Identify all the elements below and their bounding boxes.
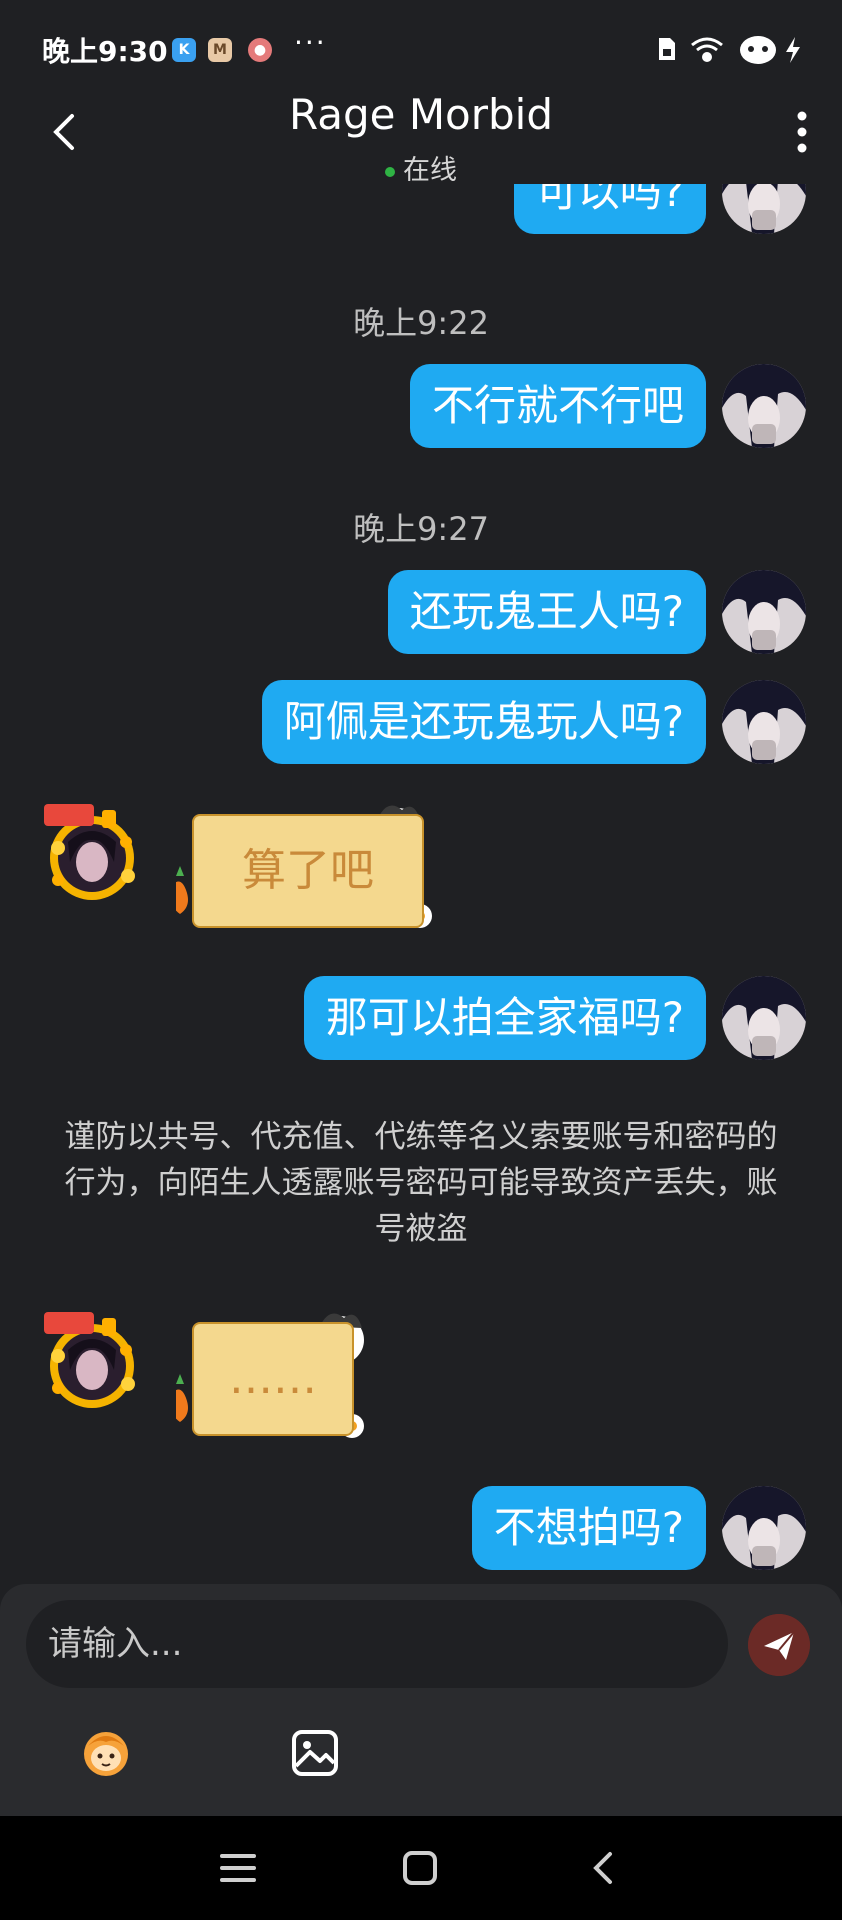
system-nav-bar (0, 1816, 842, 1920)
online-status-label: 在线 (403, 155, 457, 186)
battery-icon (740, 36, 776, 64)
my-avatar[interactable] (722, 976, 806, 1060)
chat-title: Rage Morbid (288, 90, 554, 139)
more-notifications-icon: ··· (294, 26, 327, 59)
security-warning: 谨防以共号、代充值、代练等名义索要账号和密码的行为，向陌生人透露账号密码可能导致… (64, 1119, 778, 1247)
online-status: 在线 (0, 148, 842, 187)
more-options-icon[interactable] (784, 108, 820, 156)
message-bubble-outgoing[interactable]: 还玩鬼王人吗? (387, 570, 706, 654)
online-dot-icon (385, 166, 395, 177)
image-picker-icon[interactable] (290, 1728, 340, 1778)
menu-icon[interactable] (216, 1846, 260, 1890)
contact-avatar[interactable] (40, 1310, 144, 1414)
sticker-text: …… (229, 1353, 317, 1404)
chat-message-list[interactable]: 可以吗? 晚上9:22 不行就不行吧 晚上9:27 还玩鬼王人吗? 阿佩是还玩鬼… (0, 184, 842, 1580)
message-input[interactable]: 请输入... (26, 1600, 728, 1688)
wifi-icon (691, 37, 723, 62)
my-avatar[interactable] (722, 1486, 806, 1570)
chat-header: Rage Morbid 在线 (0, 80, 842, 187)
my-avatar[interactable] (722, 570, 806, 654)
message-bubble-outgoing[interactable]: 不行就不行吧 (409, 364, 706, 448)
media-app-icon: ● (248, 38, 272, 62)
sticker-message[interactable]: …… (192, 1322, 354, 1436)
sticker-text: 算了吧 (242, 845, 374, 896)
my-avatar[interactable] (722, 184, 806, 234)
message-bubble-outgoing[interactable]: 可以吗? (513, 184, 706, 234)
send-button[interactable] (748, 1614, 810, 1676)
sim-card-icon (659, 38, 675, 60)
timestamp: 晚上9:22 (353, 304, 489, 342)
message-bubble-outgoing[interactable]: 不想拍吗? (471, 1486, 706, 1570)
message-bubble-outgoing[interactable]: 那可以拍全家福吗? (303, 976, 706, 1060)
timestamp: 晚上9:27 (353, 510, 489, 548)
back-nav-icon[interactable] (582, 1846, 626, 1890)
charging-icon (786, 37, 800, 63)
contact-avatar[interactable] (40, 802, 144, 906)
k-app-icon: K (172, 38, 196, 62)
notes-app-icon: M (208, 38, 232, 62)
my-avatar[interactable] (722, 680, 806, 764)
home-icon[interactable] (398, 1846, 442, 1890)
status-time: 晚上9:30 (42, 35, 168, 68)
emoji-sticker-icon[interactable] (78, 1724, 134, 1780)
input-panel: 请输入... (0, 1584, 842, 1816)
message-bubble-outgoing[interactable]: 阿佩是还玩鬼玩人吗? (261, 680, 706, 764)
sticker-message[interactable]: 算了吧 (192, 814, 424, 928)
my-avatar[interactable] (722, 364, 806, 448)
